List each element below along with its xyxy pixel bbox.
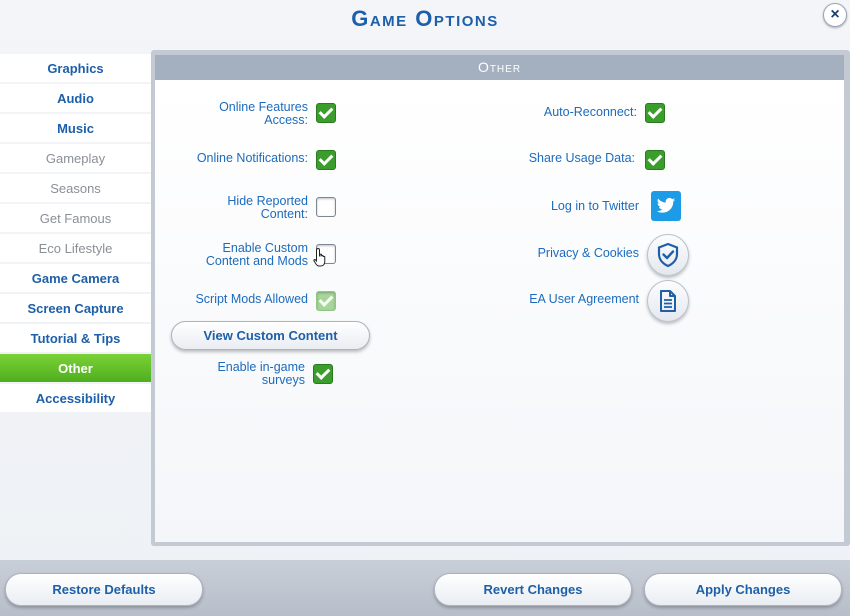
hide-reported-checkbox[interactable] — [316, 197, 336, 217]
button-label: Restore Defaults — [52, 582, 156, 597]
in-game-surveys-label: Enable in-game surveys — [150, 361, 305, 387]
shield-check-icon — [657, 242, 679, 268]
label-line: Content and Mods — [205, 254, 308, 268]
share-usage-label: Share Usage Data: — [528, 151, 635, 165]
twitter-icon — [656, 197, 676, 213]
page-title: Game Options — [351, 6, 499, 31]
sidebar-item-screen-capture[interactable]: Screen Capture — [0, 294, 151, 322]
button-label: View Custom Content — [203, 328, 338, 343]
script-mods-checkbox — [316, 291, 336, 311]
twitter-login-label[interactable]: Log in to Twitter — [480, 200, 639, 213]
sidebar-item-get-famous: Get Famous — [0, 204, 151, 232]
sidebar-item-label: Eco Lifestyle — [38, 240, 113, 256]
share-usage-checkbox[interactable] — [645, 150, 665, 170]
sidebar-item-label: Audio — [57, 90, 94, 106]
sidebar-item-accessibility[interactable]: Accessibility — [0, 384, 151, 412]
sidebar-item-other[interactable]: Other — [0, 354, 151, 382]
document-icon — [660, 290, 676, 312]
privacy-cookies-button[interactable] — [647, 234, 689, 276]
label-line: Content: — [260, 207, 308, 221]
twitter-button[interactable] — [651, 191, 681, 221]
auto-reconnect-label: Auto-Reconnect: — [543, 105, 637, 119]
button-label: Apply Changes — [695, 582, 791, 597]
in-game-surveys-checkbox[interactable] — [313, 364, 333, 384]
sidebar-item-gameplay: Gameplay — [0, 144, 151, 172]
sidebar-item-music[interactable]: Music — [0, 114, 151, 142]
sidebar-item-label: Other — [58, 360, 93, 376]
privacy-cookies-label[interactable]: Privacy & Cookies — [480, 247, 639, 260]
online-notifications-label: Online Notifications: — [196, 151, 308, 165]
sidebar-item-label: Gameplay — [45, 150, 106, 166]
sidebar-item-label: Graphics — [47, 60, 104, 76]
sidebar-item-graphics[interactable]: Graphics — [0, 54, 151, 82]
sidebar-item-audio[interactable]: Audio — [0, 84, 151, 112]
auto-reconnect-checkbox[interactable] — [645, 103, 665, 123]
sidebar-item-seasons: Seasons — [0, 174, 151, 202]
button-label: Revert Changes — [483, 582, 583, 597]
sidebar-item-label: Tutorial & Tips — [30, 330, 121, 346]
hand-cursor-icon — [313, 247, 329, 274]
label-line: surveys — [261, 373, 305, 387]
restore-defaults-button[interactable]: Restore Defaults — [5, 573, 203, 606]
sidebar-item-game-camera[interactable]: Game Camera — [0, 264, 151, 292]
sidebar-item-label: Screen Capture — [27, 300, 124, 316]
hide-reported-label: Hide Reported Content: — [150, 195, 308, 221]
enable-custom-content-label: Enable Custom Content and Mods — [150, 242, 308, 268]
online-features-label: Online Features Access: — [150, 101, 308, 127]
sidebar-item-label: Seasons — [50, 180, 101, 196]
sidebar-item-label: Game Camera — [31, 270, 120, 286]
close-button[interactable]: × — [823, 3, 847, 27]
options-panel — [155, 80, 844, 542]
apply-changes-button[interactable]: Apply Changes — [644, 573, 842, 606]
revert-changes-button[interactable]: Revert Changes — [434, 573, 632, 606]
online-features-checkbox[interactable] — [316, 103, 336, 123]
script-mods-label: Script Mods Allowed — [195, 292, 308, 306]
sidebar-item-label: Accessibility — [35, 390, 116, 406]
view-custom-content-button[interactable]: View Custom Content — [171, 321, 370, 350]
panel-header: Other — [155, 55, 844, 80]
ea-user-agreement-button[interactable] — [647, 280, 689, 322]
online-notifications-checkbox[interactable] — [316, 150, 336, 170]
sidebar-item-label: Get Famous — [39, 210, 112, 226]
label-line: Access: — [264, 113, 308, 127]
sidebar-item-tutorial-tips[interactable]: Tutorial & Tips — [0, 324, 151, 352]
sidebar-item-label: Music — [57, 120, 94, 136]
ea-user-agreement-label[interactable]: EA User Agreement — [480, 293, 639, 306]
options-sidebar: Graphics Audio Music Gameplay Seasons Ge… — [0, 54, 151, 414]
sidebar-item-eco-lifestyle: Eco Lifestyle — [0, 234, 151, 262]
close-icon: × — [830, 6, 840, 23]
